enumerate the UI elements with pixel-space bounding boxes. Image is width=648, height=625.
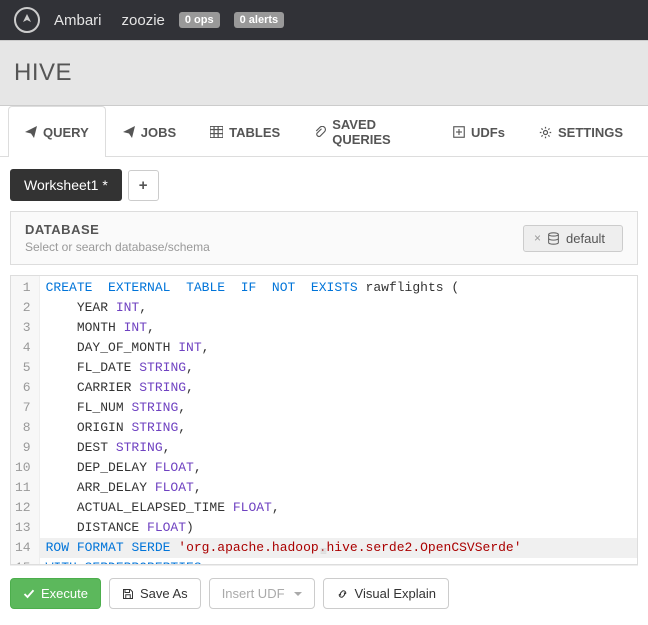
editor-toolbar: Execute Save As Insert UDF Visual Explai… [10,565,638,613]
tab-query[interactable]: QUERY [8,106,106,157]
tab-udfs[interactable]: UDFs [436,106,522,157]
link-icon [336,588,349,600]
cluster-name[interactable]: zoozie [122,12,165,29]
database-info: DATABASE Select or search database/schem… [25,222,210,254]
plus-square-icon [453,126,465,138]
insert-udf-button[interactable]: Insert UDF [209,578,315,609]
logo-icon [19,12,35,28]
database-panel: DATABASE Select or search database/schem… [10,211,638,265]
tab-jobs[interactable]: JOBS [106,106,193,157]
button-label: Insert UDF [222,586,285,601]
top-navbar: Ambari zoozie 0 ops 0 alerts [0,0,648,40]
brand-label[interactable]: Ambari [54,12,102,29]
alerts-badge[interactable]: 0 alerts [234,12,285,28]
execute-button[interactable]: Execute [10,578,101,609]
tab-tables[interactable]: TABLES [193,106,297,157]
tab-label: TABLES [229,125,280,140]
sql-editor[interactable]: 123456789101112131415 CREATE EXTERNAL TA… [10,275,638,565]
gear-icon [539,126,552,139]
tab-label: UDFs [471,125,505,140]
check-icon [23,588,35,600]
button-label: Save As [140,586,188,601]
database-hint: Select or search database/schema [25,240,210,254]
page-header: HIVE [0,40,648,106]
page-title: HIVE [14,59,634,87]
worksheet-tabs: Worksheet1 * + [10,169,638,201]
main-tabs: QUERY JOBS TABLES SAVED QUERIES UDFs SET… [0,106,648,157]
worksheet-tab-active[interactable]: Worksheet1 * [10,169,122,201]
paperclip-icon [314,126,326,139]
resize-grip[interactable]: ≡ [320,542,328,562]
tab-settings[interactable]: SETTINGS [522,106,640,157]
ambari-logo[interactable] [14,7,40,33]
tab-label: JOBS [141,125,176,140]
save-icon [122,588,134,600]
visual-explain-button[interactable]: Visual Explain [323,578,449,609]
caret-down-icon [294,592,302,596]
tab-label: QUERY [43,125,89,140]
tab-label: SETTINGS [558,125,623,140]
button-label: Visual Explain [355,586,436,601]
button-label: Execute [41,586,88,601]
add-worksheet-button[interactable]: + [128,170,159,201]
table-icon [210,126,223,138]
close-icon[interactable]: × [534,231,541,245]
ops-badge[interactable]: 0 ops [179,12,220,28]
send-icon [25,126,37,138]
database-title: DATABASE [25,222,210,237]
code-content[interactable]: CREATE EXTERNAL TABLE IF NOT EXISTS rawf… [40,276,637,565]
save-as-button[interactable]: Save As [109,578,201,609]
content-area: Worksheet1 * + DATABASE Select or search… [0,157,648,625]
database-icon [547,232,560,245]
line-gutter: 123456789101112131415 [11,276,40,565]
tab-saved-queries[interactable]: SAVED QUERIES [297,106,436,157]
tab-label: SAVED QUERIES [332,117,419,147]
selected-database: default [566,231,605,246]
database-selector[interactable]: × default [523,225,623,252]
send-icon [123,126,135,138]
